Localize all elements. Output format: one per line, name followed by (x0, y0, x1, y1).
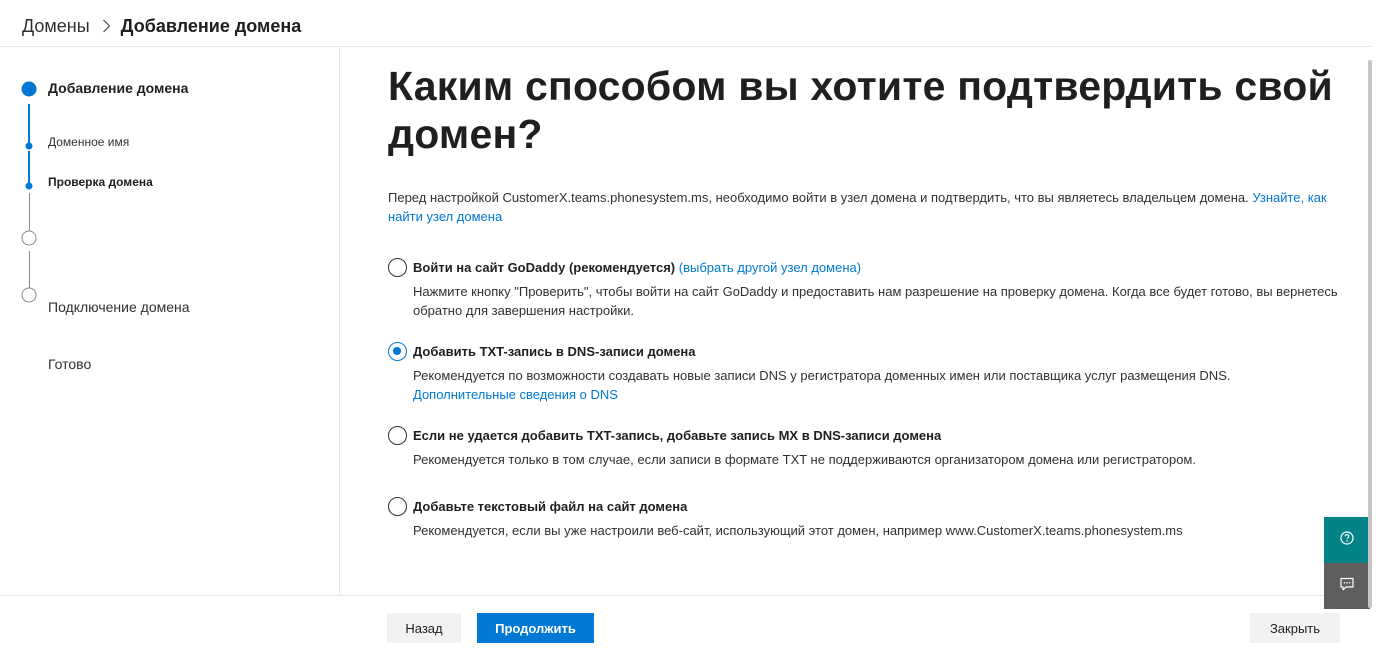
option-description: Рекомендуется только в том случае, если … (413, 452, 1196, 467)
back-button[interactable]: Назад (387, 613, 461, 643)
stepper-connector (29, 251, 30, 291)
option-title: Добавить TXT-запись в DNS-записи домена (413, 344, 696, 359)
intro-body: Перед настройкой CustomerX.teams.phonesy… (388, 190, 1253, 205)
breadcrumb-domains-link[interactable]: Домены (22, 16, 90, 37)
step-current-marker (25, 182, 33, 189)
step-label: Добавление домена (48, 80, 189, 96)
radio-godaddy[interactable] (388, 258, 407, 277)
chevron-right-icon (102, 19, 111, 33)
option-description: Рекомендуется, если вы уже настроили веб… (413, 523, 1183, 538)
option-title-text: Войти на сайт GoDaddy (рекомендуется) (413, 260, 676, 275)
feedback-button[interactable] (1324, 563, 1370, 609)
option-godaddy: Войти на сайт GoDaddy (рекомендуется) (в… (388, 258, 1338, 320)
option-title: Войти на сайт GoDaddy (рекомендуется) (в… (413, 258, 1338, 277)
option-txt-record: Добавить TXT-запись в DNS-записи домена … (388, 342, 1338, 404)
help-circle-icon (1340, 530, 1354, 550)
step-label: Доменное имя (48, 135, 130, 149)
close-button[interactable]: Закрыть (1250, 613, 1340, 643)
continue-button[interactable]: Продолжить (477, 613, 594, 643)
feedback-icon (1339, 576, 1355, 597)
radio-mx-record[interactable] (388, 426, 407, 445)
choose-other-host-link[interactable]: (выбрать другой узел домена) (679, 260, 861, 275)
option-title: Добавьте текстовый файл на сайт домена (413, 499, 688, 514)
step-done-marker (25, 142, 33, 149)
radio-text-file[interactable] (388, 497, 407, 516)
page-scrollbar[interactable] (1368, 60, 1372, 608)
radio-txt-record[interactable] (388, 342, 407, 361)
footer-divider (0, 595, 1372, 596)
option-description-text: Рекомендуется по возможности создавать н… (413, 368, 1231, 383)
step-pending-marker (21, 230, 37, 245)
verification-options: Войти на сайт GoDaddy (рекомендуется) (в… (388, 258, 1338, 540)
help-button[interactable] (1324, 517, 1370, 563)
option-title: Если не удается добавить TXT-запись, доб… (413, 428, 942, 443)
main-content: Каким способом вы хотите подтвердить сво… (388, 62, 1338, 540)
page-title: Каким способом вы хотите подтвердить сво… (388, 63, 1333, 157)
option-text-file: Добавьте текстовый файл на сайт домена Р… (388, 497, 1338, 540)
option-description: Рекомендуется по возможности создавать н… (413, 366, 1338, 404)
option-mx-record: Если не удается добавить TXT-запись, доб… (388, 426, 1338, 469)
option-description: Нажмите кнопку "Проверить", чтобы войти … (413, 284, 1338, 318)
step-label: Проверка домена (48, 175, 153, 189)
step-current-marker (21, 81, 37, 96)
step-pending-marker (21, 287, 37, 302)
wizard-stepper: Добавление домена Доменное имя Проверка … (0, 47, 340, 595)
breadcrumb-current: Добавление домена (120, 15, 302, 36)
breadcrumb: Домены Добавление домена (22, 14, 301, 38)
dns-info-link[interactable]: Дополнительные сведения о DNS (413, 387, 618, 402)
intro-text: Перед настройкой CustomerX.teams.phonesy… (388, 188, 1338, 226)
